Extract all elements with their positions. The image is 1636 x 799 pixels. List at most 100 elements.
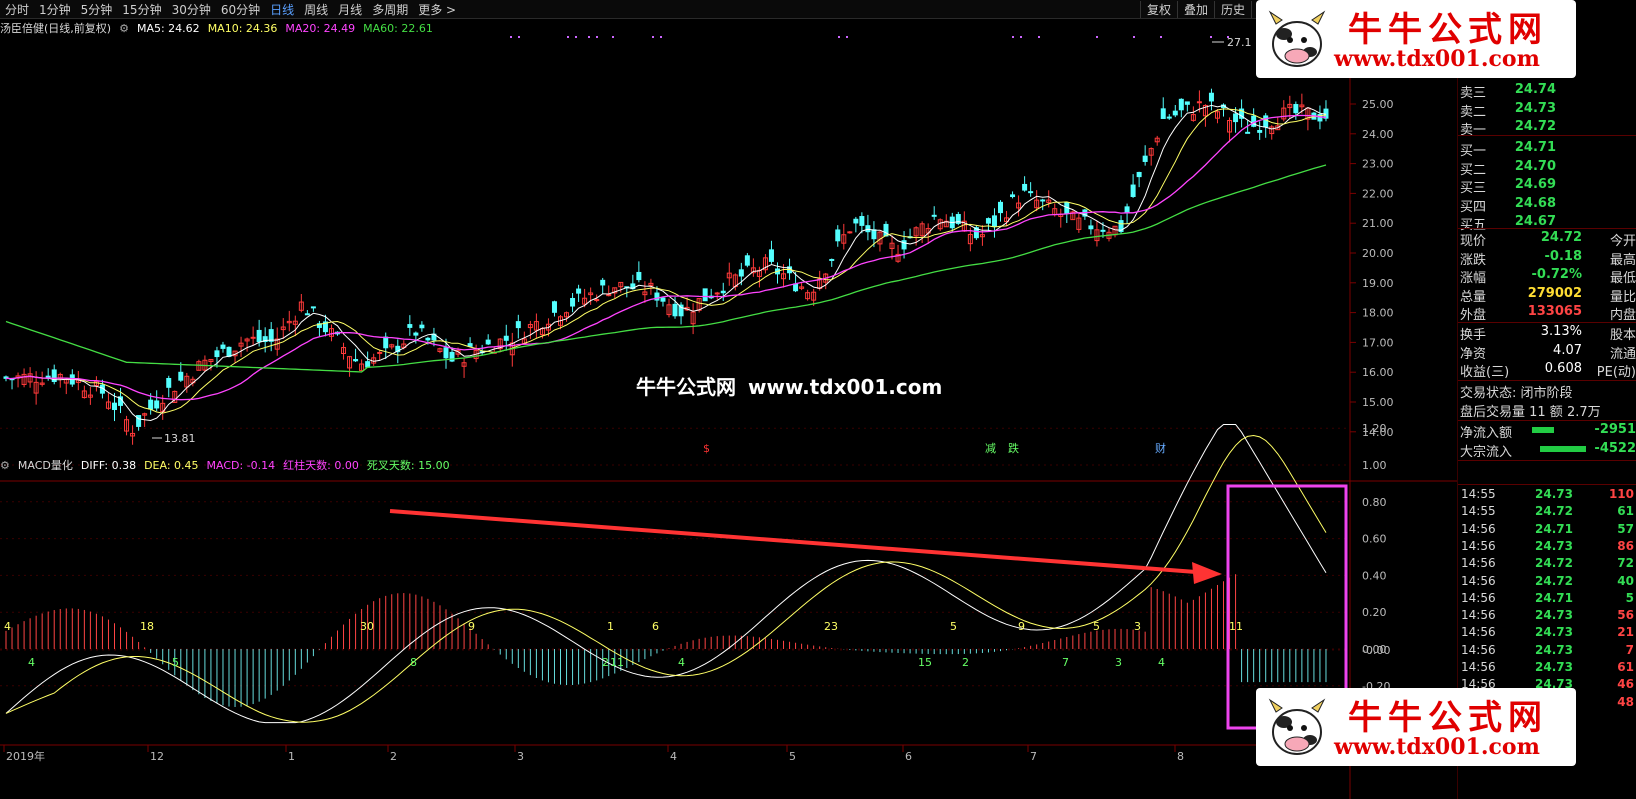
annotation-arrow-head [1192,562,1222,584]
macd-info-bar: ⚙ MACD量化 DIFF: 0.38 DEA: 0.45 MACD: -0.1… [0,457,458,473]
price-axis-label-5: 20.00 [1362,247,1394,260]
macd-axis-label-1: 1.00 [1362,459,1387,472]
candle-body [714,292,720,295]
tool-button-0[interactable]: 复权 [1140,0,1177,18]
candle-body [1184,101,1190,105]
tick-price: 24.72 [1535,556,1573,571]
stats-label: 收益(三) [1460,365,1510,380]
price-axis-label-8: 17.00 [1362,336,1394,349]
orderbook-label: 买四 [1460,199,1487,215]
candle-body [220,344,226,349]
candle-body [768,249,774,262]
top-signal-dot [846,36,848,38]
orderbook-row: 买四 24.68 [1460,196,1636,215]
candle-body [1010,194,1016,198]
candle-body [865,225,871,233]
candle-body [443,347,449,359]
quote-row: 涨幅 -0.72% 最低 [1460,267,1636,286]
tick-price: 24.73 [1535,487,1573,501]
timeframe-10[interactable]: 更多 > [413,1,461,18]
quote-extra-label: 今开 [1609,234,1636,249]
macd-dead-days: 死叉天数: 15.00 [366,459,450,472]
macd-count-4: 30 [360,620,374,633]
candle-body [503,335,509,341]
macd-count-9: 2 [602,656,609,669]
candle-body [931,214,937,217]
tick-row: 14:56 24.73 7 [1458,643,1634,660]
timeframe-6[interactable]: 日线 [265,1,299,18]
watermark-top: 牛牛公式网 www.tdx001.com [1256,0,1576,78]
tick-volume: 72 [1617,556,1634,571]
watermark-bottom-url: www.tdx001.com [1334,734,1540,760]
candle-body [1245,131,1251,134]
quote-label: 总量 [1460,289,1487,305]
tool-button-2[interactable]: 历史 [1214,0,1251,18]
candle-body [250,336,256,339]
timeframe-3[interactable]: 15分钟 [117,1,166,18]
price-axis-label-2: 23.00 [1362,158,1394,171]
orderbook-row: 买二 24.70 [1460,159,1636,178]
signal-marker-0: $ [703,442,710,455]
tick-row: 14:56 24.71 5 [1458,591,1634,608]
timeframe-4[interactable]: 30分钟 [167,1,216,18]
candle-body [1166,116,1172,119]
candle-body [829,258,835,261]
panel-separator [1458,228,1636,229]
candle-body [1040,199,1046,202]
tick-volume: 86 [1617,538,1634,553]
tick-time: 14:56 [1461,573,1496,588]
quote-label: 外盘 [1460,308,1487,323]
flow-value: -4522 [1594,441,1636,456]
stats-row: 换手 3.13% 股本 [1460,324,1636,343]
tick-price: 24.73 [1535,625,1573,640]
stats-extra-label: 流通 [1609,346,1636,362]
macd-axis-label-7: -0.00 [1362,644,1390,657]
timeframe-0[interactable]: 分时 [0,1,34,18]
panel-separator [1458,420,1636,421]
top-signal-dot [612,36,614,38]
top-signal-dot [660,36,662,38]
candle-body [1257,130,1263,133]
quote-value: -0.72% [1531,267,1583,282]
after-hours: 盘后交易量 11 额 2.7万 [1460,405,1601,420]
x-label-0: 2019年 [6,749,45,763]
stats-value: 0.608 [1544,361,1582,376]
annotation-arrow-line [389,509,1197,574]
candle-body [1160,108,1166,119]
timeframe-7[interactable]: 周线 [299,1,333,18]
price-axis-label-4: 21.00 [1362,217,1394,230]
candle-body [353,359,359,362]
tick-time: 14:56 [1461,521,1496,536]
candle-body [45,375,51,378]
macd-settings-icon[interactable]: ⚙ [0,459,10,472]
timeframe-5[interactable]: 60分钟 [216,1,265,18]
quote-label: 涨跌 [1460,252,1487,268]
top-signal-dot [1038,36,1040,38]
timeframe-1[interactable]: 1分钟 [34,1,76,18]
orderbook-price: 24.70 [1514,158,1556,174]
macd-dea: DEA: 0.45 [144,458,199,472]
candle-body [467,343,473,347]
macd-count-19: 3 [1134,620,1141,633]
quote-value: 279002 [1527,285,1582,301]
signal-marker-1: 减 [985,442,996,455]
timeframe-2[interactable]: 5分钟 [76,1,118,18]
signal-marker-2: 跌 [1008,441,1019,455]
quote-value: 24.72 [1540,230,1582,245]
timeframe-8[interactable]: 月线 [333,1,367,18]
orderbook-label: 买一 [1460,144,1487,159]
tick-price: 24.73 [1535,642,1573,657]
settings-icon[interactable]: ⚙ [119,22,129,35]
macd-axis-label-3: 0.60 [1362,533,1387,546]
ma-info-bar: 汤臣倍健(日线,前复权) ⚙ MA5: 24.62 MA10: 24.36 MA… [0,20,441,36]
tool-button-1[interactable]: 叠加 [1177,0,1214,18]
orderbook-label: 卖二 [1460,104,1487,120]
candle-body [1100,229,1106,232]
candle-body [166,378,172,388]
candle-body [600,279,606,286]
timeframe-9[interactable]: 多周期 [367,1,413,18]
candle-body [883,223,889,237]
candle-body [847,231,853,234]
candle-body [383,336,389,349]
macd-axis-label-5: 0.20 [1362,606,1387,619]
